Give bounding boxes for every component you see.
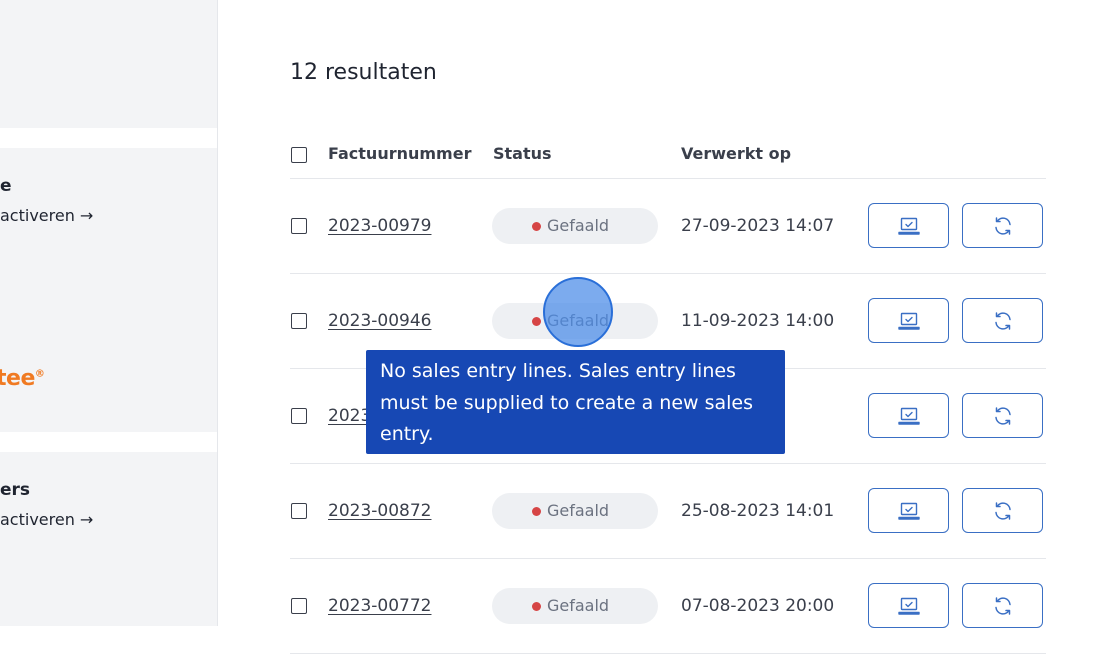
view-invoice-button[interactable] [868,298,949,343]
column-header-processed[interactable]: Verwerkt op [681,144,791,163]
invoice-number-link[interactable]: 2023-00772 [328,596,431,616]
integration-card-title: e [0,176,12,196]
retry-sync-button[interactable] [962,583,1043,628]
integration-logo: tee® [0,366,45,391]
view-invoice-button[interactable] [868,583,949,628]
table-header-row: Factuurnummer Status Verwerkt op [290,130,1046,179]
invoice-number-link[interactable]: 2023 [328,406,371,426]
integration-activate-link[interactable]: activeren → [0,510,93,529]
main-content: 12 resultaten Factuurnummer Status Verwe… [218,0,1120,654]
status-label: Gefaald [547,216,610,235]
processed-date: 11-09-2023 14:00 [681,311,835,331]
integration-activate-link[interactable]: activeren → [0,206,93,225]
status-label: Gefaald [547,501,610,520]
laptop-check-icon [897,217,920,235]
sidebar-divider [0,128,217,148]
processed-date: 07-08-2023 20:00 [681,596,835,616]
select-all-checkbox[interactable] [291,147,307,163]
laptop-check-icon [897,502,920,520]
sidebar: e activeren → tee® ers activeren → [0,0,218,626]
row-checkbox[interactable] [291,218,307,234]
status-dot-icon [532,222,541,231]
status-badge: Gefaald [492,493,658,529]
laptop-check-icon [897,312,920,330]
row-checkbox[interactable] [291,598,307,614]
view-invoice-button[interactable] [868,203,949,248]
refresh-icon [994,596,1011,615]
integration-card-title: ers [0,480,31,500]
processed-date: 27-09-2023 14:07 [681,216,835,236]
view-invoice-button[interactable] [868,393,949,438]
processed-date: 25-08-2023 14:01 [681,501,835,521]
status-badge: Gefaald [492,208,658,244]
invoice-number-link[interactable]: 2023-00979 [328,216,431,236]
row-checkbox[interactable] [291,408,307,424]
sidebar-divider [0,432,217,452]
view-invoice-button[interactable] [868,488,949,533]
refresh-icon [994,406,1011,425]
refresh-icon [994,501,1011,520]
table-row: 2023-00979 Gefaald 27-09-2023 14:07 [290,179,1046,274]
click-indicator [543,277,613,347]
table-row: 2023-00872 Gefaald 25-08-2023 14:01 [290,464,1046,559]
laptop-check-icon [897,407,920,425]
status-dot-icon [532,507,541,516]
retry-sync-button[interactable] [962,488,1043,533]
refresh-icon [994,216,1011,235]
refresh-icon [994,311,1011,330]
invoice-number-link[interactable]: 2023-00946 [328,311,431,331]
column-header-invoice[interactable]: Factuurnummer [328,144,471,163]
retry-sync-button[interactable] [962,298,1043,343]
status-dot-icon [532,602,541,611]
retry-sync-button[interactable] [962,203,1043,248]
table-row: 2023-00772 Gefaald 07-08-2023 20:00 [290,559,1046,654]
retry-sync-button[interactable] [962,393,1043,438]
row-checkbox[interactable] [291,503,307,519]
status-label: Gefaald [547,596,610,615]
column-header-status[interactable]: Status [493,144,552,163]
status-dot-icon [532,317,541,326]
error-tooltip: No sales entry lines. Sales entry lines … [366,350,785,454]
invoice-number-link[interactable]: 2023-00872 [328,501,431,521]
row-checkbox[interactable] [291,313,307,329]
laptop-check-icon [897,597,920,615]
status-badge: Gefaald [492,588,658,624]
results-count: 12 resultaten [290,60,437,85]
